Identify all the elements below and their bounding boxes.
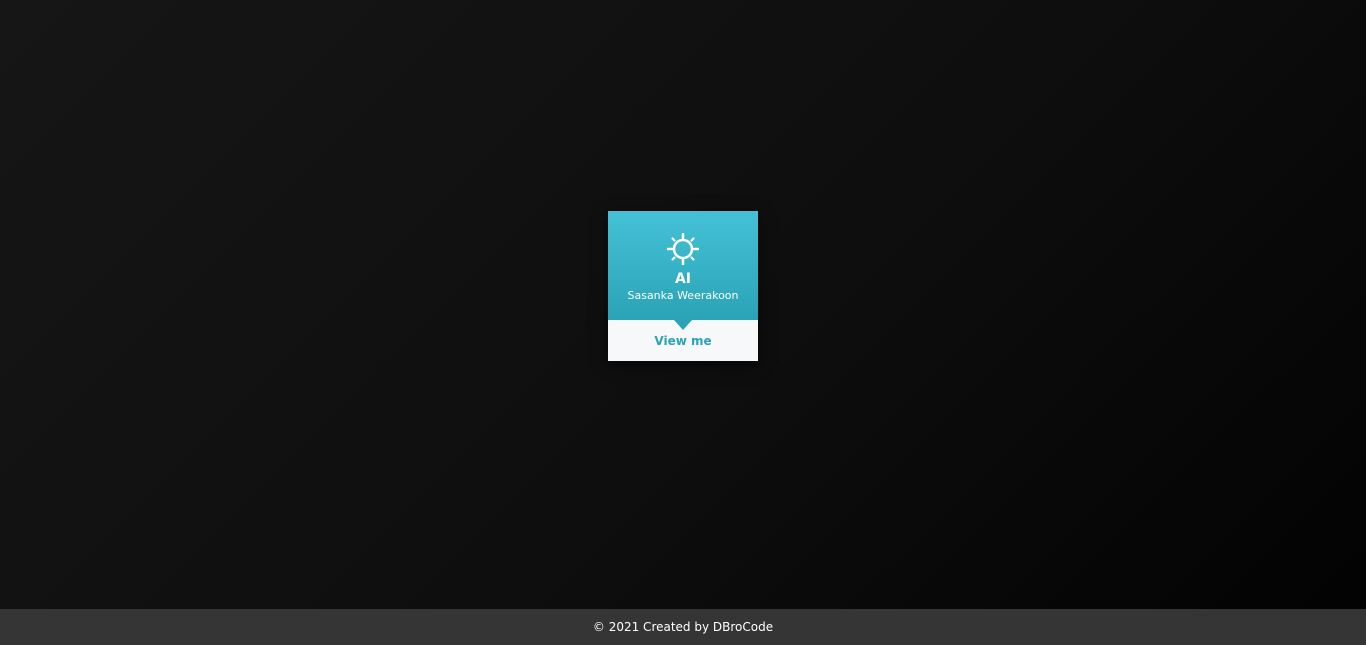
- profile-card[interactable]: AI Sasanka Weerakoon View me: [608, 211, 758, 361]
- card-subtitle: Sasanka Weerakoon: [627, 289, 739, 302]
- card-pointer: [674, 320, 692, 330]
- sun-icon: [666, 232, 700, 266]
- card-title: AI: [674, 271, 692, 287]
- card-header: AI Sasanka Weerakoon: [608, 211, 758, 330]
- view-me-button[interactable]: View me: [608, 333, 758, 349]
- page-background: AI Sasanka Weerakoon View me: [0, 0, 1366, 609]
- page-footer: © 2021 Created by DBroCode: [0, 609, 1366, 645]
- copyright-text: © 2021 Created by DBroCode: [592, 620, 774, 634]
